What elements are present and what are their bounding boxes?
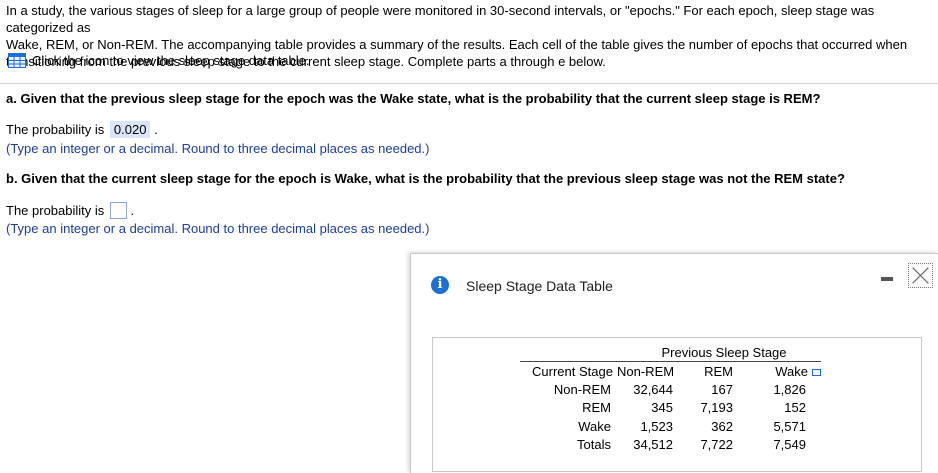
- table-cell: 167: [711, 381, 733, 397]
- answer-prefix: The probability is: [6, 122, 105, 137]
- answer-prefix: The probability is: [6, 203, 105, 218]
- part-a-question: a. Given that the previous sleep stage f…: [6, 91, 821, 106]
- intro-line: Wake, REM, or Non-REM. The accompanying …: [6, 37, 908, 52]
- answer-suffix: .: [130, 203, 135, 218]
- group-header: Previous Sleep Stage: [661, 344, 787, 360]
- popup-title: Sleep Stage Data Table: [466, 278, 613, 294]
- data-table-frame: Previous Sleep Stage Current Stage Non-R…: [432, 337, 922, 472]
- column-header-wake: Wake: [753, 361, 821, 380]
- data-table-link[interactable]: Click the icon to view the sleep stage d…: [32, 53, 310, 68]
- part-a-hint: (Type an integer or a decimal. Round to …: [6, 141, 430, 156]
- table-cell: 34,512: [633, 437, 673, 453]
- part-b-answer-row: The probability is .: [6, 202, 134, 219]
- row-label: REM: [582, 400, 611, 416]
- table-row: REM 345 7,193 152: [520, 399, 821, 418]
- table-cell: 345: [651, 400, 673, 416]
- table-cell: 7,722: [700, 437, 733, 453]
- table-cell: 7,193: [700, 400, 733, 416]
- column-header: REM: [685, 361, 753, 380]
- sleep-stage-data-popup: i Sleep Stage Data Table Previous Sleep …: [410, 253, 938, 473]
- row-label: Non-REM: [553, 381, 611, 397]
- table-cell: 7,549: [773, 437, 806, 453]
- table-row-totals: Totals 34,512 7,722 7,549: [520, 436, 821, 455]
- part-b-question: b. Given that the current sleep stage fo…: [6, 171, 845, 186]
- minimize-button[interactable]: [881, 277, 893, 281]
- close-icon[interactable]: [908, 263, 933, 288]
- column-header: Wake: [775, 363, 808, 379]
- table-cell: 32,644: [633, 381, 673, 397]
- table-cell: 152: [784, 400, 806, 416]
- table-row: Non-REM 32,644 167 1,826: [520, 380, 821, 399]
- data-table-link-row: Click the icon to view the sleep stage d…: [8, 53, 310, 68]
- table-cell: 1,826: [773, 381, 806, 397]
- copy-icon[interactable]: [812, 368, 821, 376]
- table-row: Wake 1,523 362 5,571: [520, 417, 821, 436]
- row-label: Wake: [578, 418, 611, 434]
- part-b-hint: (Type an integer or a decimal. Round to …: [6, 221, 430, 236]
- table-cell: 5,571: [773, 418, 806, 434]
- info-icon: i: [431, 276, 449, 294]
- stub-header: Current Stage: [520, 361, 617, 380]
- table-icon[interactable]: [8, 53, 26, 68]
- table-cell: 1,523: [640, 418, 673, 434]
- sleep-stage-table: Previous Sleep Stage Current Stage Non-R…: [520, 343, 821, 454]
- row-label: Totals: [577, 437, 611, 453]
- intro-line: In a study, the various stages of sleep …: [6, 3, 875, 35]
- answer-suffix: .: [154, 122, 158, 137]
- divider: [0, 83, 938, 84]
- column-header: Non-REM: [617, 361, 685, 380]
- part-b-answer-input[interactable]: [109, 202, 127, 219]
- part-a-answer-row: The probability is 0.020 .: [6, 121, 158, 138]
- part-a-answer-field[interactable]: 0.020: [109, 121, 151, 138]
- table-cell: 362: [711, 418, 733, 434]
